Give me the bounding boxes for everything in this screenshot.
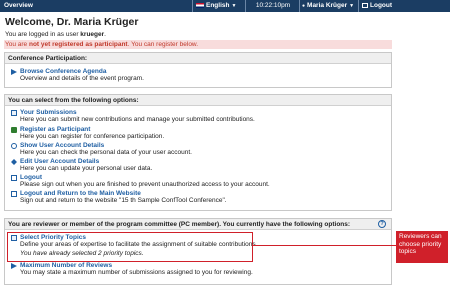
user-menu-label: Maria Krüger <box>307 2 348 9</box>
panel-heading: You are reviewer or member of the progra… <box>5 219 391 230</box>
item-description: Here you can update your personal user d… <box>20 165 153 172</box>
max-reviews-title: Maximum Number of Reviews <box>20 262 113 269</box>
panel-heading: You can select from the following option… <box>5 95 391 106</box>
item-description: Please sign out when you are finished to… <box>20 181 270 188</box>
max-reviews-link[interactable]: Maximum Number of Reviews <box>11 262 253 269</box>
overview-link[interactable]: Overview <box>4 0 33 12</box>
browse-agenda-title: Browse Conference Agenda <box>20 68 107 75</box>
submissions-title: Your Submissions <box>20 109 77 116</box>
logout-label: Logout <box>370 2 393 9</box>
user-icon: ● <box>302 3 306 9</box>
priority-topics-note: You have already selected 2 priority top… <box>20 250 144 257</box>
login-status: You are logged in as user krueger. <box>5 31 106 38</box>
panel-heading: Conference Participation: <box>5 53 391 64</box>
notice-prefix: You are <box>5 41 29 48</box>
logout-link[interactable]: Logout <box>11 174 270 181</box>
divider <box>358 0 359 12</box>
browse-agenda-item[interactable]: Browse Conference Agenda Overview and de… <box>11 68 144 82</box>
logout-return-link[interactable]: Logout and Return to the Main Website <box>11 190 227 197</box>
logout-title: Logout <box>20 174 43 181</box>
item-description: Here you can submit new contributions an… <box>20 116 255 123</box>
register-title: Register as Participant <box>20 126 91 133</box>
register-item[interactable]: Register as Participant Here you can reg… <box>11 126 164 140</box>
topics-icon <box>11 235 17 241</box>
submissions-link[interactable]: Your Submissions <box>11 109 255 116</box>
username: krueger <box>80 31 105 38</box>
user-icon <box>11 143 17 149</box>
logout-button[interactable]: Logout <box>362 0 396 12</box>
pc-member-panel: You are reviewer or member of the progra… <box>4 218 392 285</box>
edit-account-title: Edit User Account Details <box>20 158 100 165</box>
notice-strong: not yet registered as participant <box>28 41 128 48</box>
language-label: English <box>206 2 230 9</box>
logout-item[interactable]: Logout Please sign out when you are fini… <box>11 174 270 188</box>
priority-topics-link[interactable]: Select Priority Topics <box>11 234 257 241</box>
logout-icon <box>11 175 17 181</box>
callout-connector <box>252 245 396 246</box>
options-panel: You can select from the following option… <box>4 94 392 211</box>
notice-suffix: . You can register below. <box>127 41 199 48</box>
priority-topics-title: Select Priority Topics <box>20 234 86 241</box>
item-description: Define your areas of expertise to facili… <box>20 241 258 248</box>
conference-participation-panel: Conference Participation: Browse Confere… <box>4 52 392 88</box>
divider <box>192 0 193 12</box>
register-link[interactable]: Register as Participant <box>11 126 164 133</box>
item-description: Overview and details of the event progra… <box>20 75 144 82</box>
flag-icon <box>196 2 204 8</box>
chevron-down-icon: ▼ <box>231 3 237 9</box>
login-status-prefix: You are logged in as user <box>5 31 81 38</box>
help-icon[interactable]: ? <box>378 220 386 228</box>
logout-icon <box>11 191 17 197</box>
show-account-link[interactable]: Show User Account Details <box>11 142 192 149</box>
edit-account-item[interactable]: Edit User Account Details Here you can u… <box>11 158 152 172</box>
item-description: Here you can register for conference par… <box>20 133 165 140</box>
arrow-icon <box>11 69 17 75</box>
max-reviews-item[interactable]: Maximum Number of Reviews You may state … <box>11 262 253 276</box>
show-account-title: Show User Account Details <box>20 142 105 149</box>
show-account-item[interactable]: Show User Account Details Here you can c… <box>11 142 192 156</box>
pc-heading-text: You are reviewer or member of the progra… <box>8 221 351 228</box>
document-icon <box>11 110 17 116</box>
edit-icon <box>11 159 17 165</box>
logout-icon <box>362 2 368 8</box>
registration-notice: You are not yet registered as participan… <box>4 40 392 49</box>
callout-annotation: Reviewers can choose priority topics <box>396 231 448 263</box>
login-status-suffix: . <box>104 31 106 38</box>
user-menu[interactable]: ● Maria Krüger ▼ <box>302 0 356 12</box>
item-description: Here you can check the personal data of … <box>20 149 192 156</box>
browse-agenda-link[interactable]: Browse Conference Agenda <box>11 68 144 75</box>
logout-return-item[interactable]: Logout and Return to the Main Website Si… <box>11 190 227 204</box>
divider <box>245 0 246 12</box>
page-title: Welcome, Dr. Maria Krüger <box>5 16 139 28</box>
item-description: Sign out and return to the website "15 t… <box>20 197 227 204</box>
edit-account-link[interactable]: Edit User Account Details <box>11 158 152 165</box>
top-navigation-bar: Overview English ▼ 10:22:10pm PST ● Maria … <box>0 0 450 21</box>
logout-return-title: Logout and Return to the Main Website <box>20 190 141 197</box>
priority-topics-item[interactable]: Select Priority Topics Define your areas… <box>11 234 257 257</box>
current-time: 10:22:10pm PST <box>255 2 291 21</box>
divider <box>299 0 300 12</box>
item-description: You may state a maximum number of submis… <box>20 269 253 276</box>
chevron-down-icon: ▼ <box>349 3 355 9</box>
language-selector[interactable]: English ▼ <box>196 0 242 12</box>
arrow-icon <box>11 263 17 269</box>
register-icon <box>11 127 17 133</box>
submissions-item[interactable]: Your Submissions Here you can submit new… <box>11 109 255 123</box>
